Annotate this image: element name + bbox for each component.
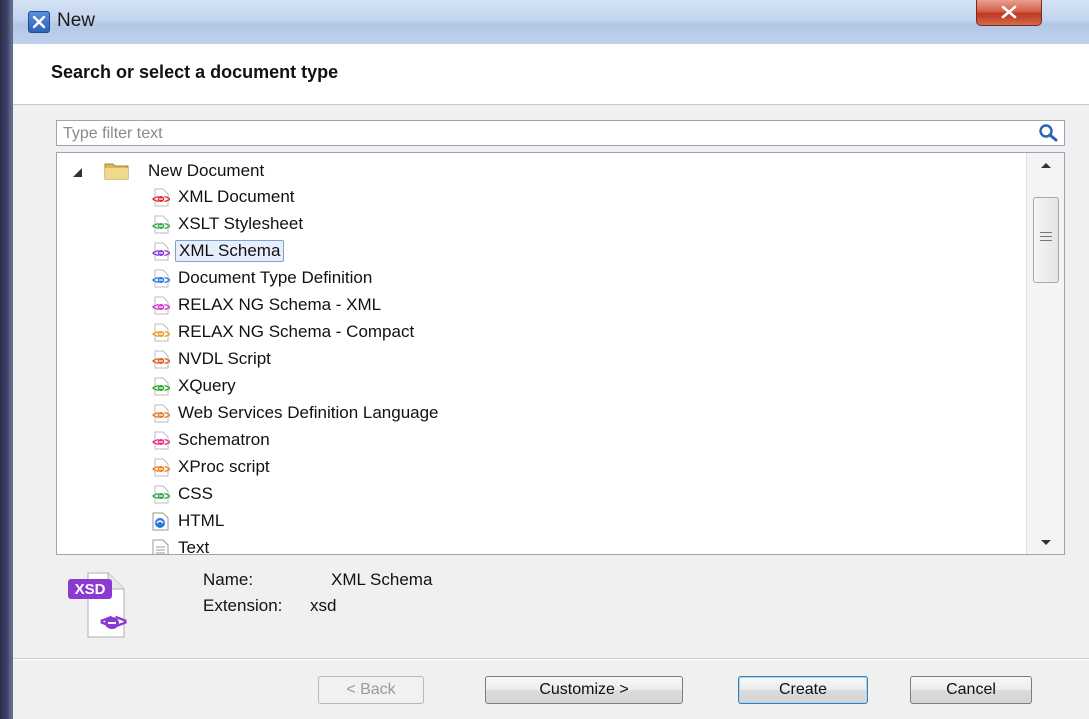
header-panel: Search or select a document type xyxy=(13,44,1089,105)
css-icon: <> xyxy=(152,485,170,503)
dtd-icon: <> xyxy=(152,269,170,287)
tree-item[interactable]: <> Schematron xyxy=(151,427,273,453)
dialog-heading: Search or select a document type xyxy=(51,62,339,82)
svg-text:>: > xyxy=(164,327,170,341)
collapse-triangle-icon[interactable] xyxy=(71,166,83,178)
create-button[interactable]: Create xyxy=(738,676,868,704)
separator xyxy=(13,658,1089,660)
tree-item-label: XProc script xyxy=(178,457,270,476)
svg-text:>: > xyxy=(164,462,170,476)
tree-item-label: XML Document xyxy=(178,187,295,206)
svg-text:>: > xyxy=(164,489,170,503)
tree-item[interactable]: <> NVDL Script xyxy=(151,346,274,372)
tree-item-label: HTML xyxy=(178,511,225,530)
tree-item[interactable]: <> Web Services Definition Language xyxy=(151,400,442,426)
svg-text:>: > xyxy=(164,219,170,233)
extension-value: xsd xyxy=(310,596,337,615)
cancel-button[interactable]: Cancel xyxy=(910,676,1032,704)
oxygen-app-icon xyxy=(28,11,50,33)
tree-scrollbar[interactable] xyxy=(1026,153,1064,554)
tree-item-label: CSS xyxy=(178,484,213,503)
title-bar[interactable]: New xyxy=(13,0,1089,44)
xsd-badge-text: XSD xyxy=(75,581,106,598)
xquery-icon: <> xyxy=(152,377,170,395)
tree-item-label: Document Type Definition xyxy=(178,268,373,287)
tree-item-label: XML Schema xyxy=(175,240,285,262)
schematron-icon: <> xyxy=(152,431,170,449)
tree-item[interactable]: <> XProc script xyxy=(151,454,273,480)
scroll-up-button[interactable] xyxy=(1027,153,1064,177)
xsd-file-icon: XSD < > xyxy=(66,571,128,639)
grip-line xyxy=(1040,232,1052,233)
grip-line xyxy=(1040,240,1052,241)
tree-item[interactable]: <> XML Schema xyxy=(151,238,285,264)
new-dialog: New Search or select a document type New… xyxy=(12,0,1089,719)
close-button[interactable] xyxy=(976,0,1042,26)
svg-text:>: > xyxy=(164,192,170,206)
tree-root-label: New Document xyxy=(148,161,265,180)
wsdl-icon: <> xyxy=(152,404,170,422)
tree-item-label: XQuery xyxy=(178,376,236,395)
grip-line xyxy=(1040,236,1052,237)
document-type-tree[interactable]: New Document <> XML Document <> XSLT Styles… xyxy=(56,152,1065,555)
svg-text:>: > xyxy=(164,300,170,314)
svg-text:>: > xyxy=(164,354,170,368)
scroll-thumb[interactable] xyxy=(1033,197,1059,283)
tree-item[interactable]: <> RELAX NG Schema - XML xyxy=(151,292,384,318)
search-button[interactable] xyxy=(1037,123,1061,143)
xml-document-icon: <> xyxy=(152,188,170,206)
xslt-stylesheet-icon: <> xyxy=(152,215,170,233)
xml-schema-icon: <> xyxy=(152,242,170,260)
arrow-up-icon xyxy=(1041,163,1051,168)
tree-item-label: RELAX NG Schema - XML xyxy=(178,295,382,314)
search-icon xyxy=(1039,124,1058,142)
relax-ng-compact-icon: <> xyxy=(152,323,170,341)
arrow-down-icon xyxy=(1041,540,1051,545)
text-file-icon xyxy=(152,539,169,554)
tree-item[interactable]: Text xyxy=(151,535,212,555)
extension-label: Extension: xyxy=(203,596,283,615)
svg-text:>: > xyxy=(164,408,170,422)
folder-icon xyxy=(104,163,129,180)
svg-text:>: > xyxy=(164,381,170,395)
tree-item-label: Text xyxy=(178,538,210,555)
scroll-down-button[interactable] xyxy=(1027,530,1064,554)
tree-item-label: XSLT Stylesheet xyxy=(178,214,304,233)
tree-item[interactable]: HTML xyxy=(151,508,227,534)
nvdl-script-icon: <> xyxy=(152,350,170,368)
svg-text:>: > xyxy=(115,609,128,634)
filter-input[interactable] xyxy=(61,123,1025,145)
close-icon xyxy=(1001,5,1017,19)
svg-text:>: > xyxy=(164,435,170,449)
tree-item-label: RELAX NG Schema - Compact xyxy=(178,322,415,341)
tree-root-new-document[interactable]: New Document xyxy=(57,157,1017,183)
tree-item[interactable]: <> XML Document xyxy=(151,184,298,210)
svg-text:>: > xyxy=(164,273,170,287)
tree-item[interactable]: <> XSLT Stylesheet xyxy=(151,211,306,237)
tree-item[interactable]: <> CSS xyxy=(151,481,216,507)
back-button[interactable]: < Back xyxy=(318,676,424,704)
html-icon xyxy=(152,512,169,530)
relax-ng-xml-icon: <> xyxy=(152,296,170,314)
customize-button[interactable]: Customize > xyxy=(485,676,683,704)
svg-text:>: > xyxy=(164,246,170,260)
tree-item-label: Web Services Definition Language xyxy=(178,403,439,422)
tree-item[interactable]: <> RELAX NG Schema - Compact xyxy=(151,319,417,345)
tree-item-label: NVDL Script xyxy=(178,349,271,368)
window-title: New xyxy=(57,10,96,31)
tree-item-label: Schematron xyxy=(178,430,270,449)
background-window-edge xyxy=(0,0,12,719)
tree-item[interactable]: <> Document Type Definition xyxy=(151,265,375,291)
xproc-script-icon: <> xyxy=(152,458,170,476)
filter-box xyxy=(56,120,1065,146)
name-value: XML Schema xyxy=(331,570,433,589)
tree-item[interactable]: <> XQuery xyxy=(151,373,239,399)
name-label: Name: xyxy=(203,570,254,589)
